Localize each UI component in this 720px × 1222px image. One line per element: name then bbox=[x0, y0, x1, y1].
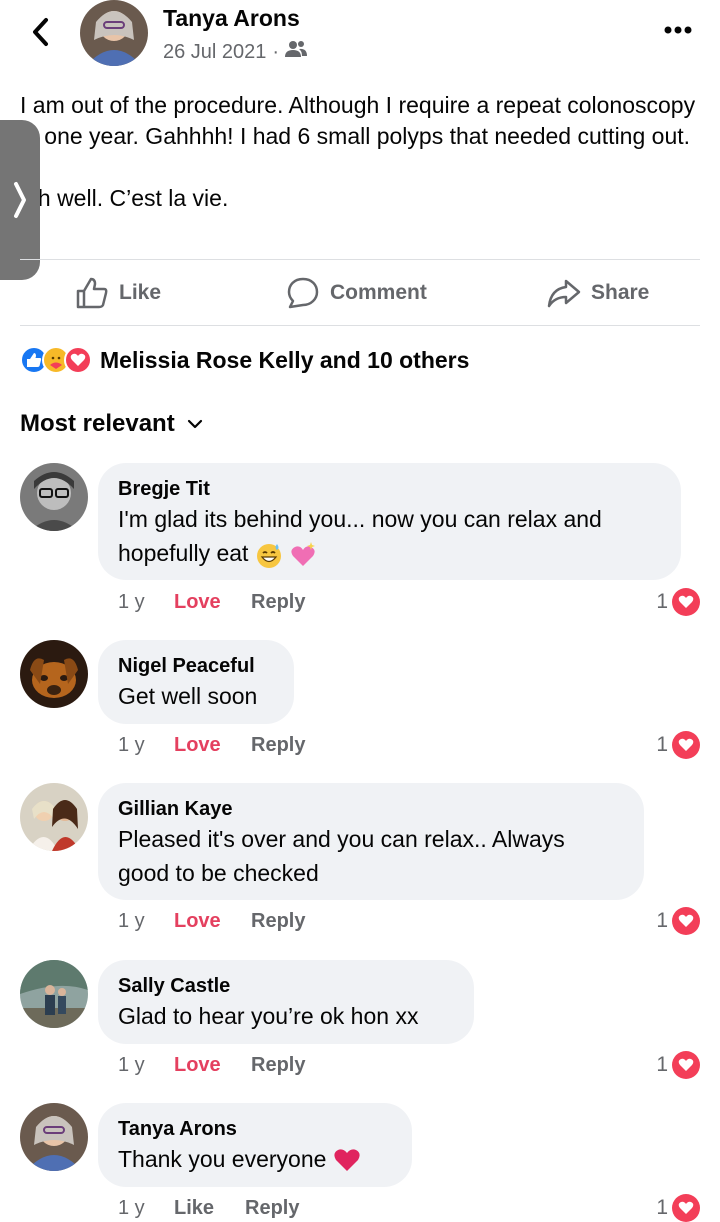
comment-meta: 1 y Love Reply bbox=[118, 731, 305, 759]
commenter-avatar[interactable] bbox=[20, 463, 88, 531]
comment-time: 1 y bbox=[118, 1196, 145, 1219]
friends-icon bbox=[285, 40, 308, 64]
reaction-count: 1 bbox=[656, 1196, 668, 1219]
comment-meta: 1 y Like Reply bbox=[118, 1194, 299, 1222]
red-heart-emoji-icon bbox=[333, 1147, 361, 1175]
comment-reaction-count[interactable]: 1 bbox=[656, 588, 700, 616]
post-body: I am out of the procedure. Although I re… bbox=[20, 92, 696, 211]
comment-button[interactable]: Comment bbox=[286, 260, 427, 325]
post-date[interactable]: 26 Jul 2021 bbox=[163, 41, 266, 64]
sort-label: Most relevant bbox=[20, 410, 175, 437]
post-text: I am out of the procedure. Although I re… bbox=[20, 90, 700, 214]
divider bbox=[20, 325, 700, 326]
comment-bubble[interactable]: Gillian Kaye Pleased it's over and you c… bbox=[98, 783, 644, 900]
comment-bubble-icon bbox=[287, 277, 319, 308]
comment-text: Pleased it's over and you can relax.. Al… bbox=[118, 822, 624, 890]
comment-reaction-count[interactable]: 1 bbox=[656, 907, 700, 935]
reaction-count: 1 bbox=[656, 909, 668, 932]
comment-text-line: Pleased it's over and you can relax.. Al… bbox=[118, 826, 565, 852]
comment-time: 1 y bbox=[118, 909, 145, 932]
comment-bubble[interactable]: Tanya Arons Thank you everyone bbox=[98, 1103, 412, 1187]
commenter-name[interactable]: Tanya Arons bbox=[118, 1116, 392, 1142]
comment-bubble[interactable]: Bregje Tit I'm glad its behind you... no… bbox=[98, 463, 681, 580]
side-drawer-tab[interactable] bbox=[0, 120, 40, 280]
love-reaction-button[interactable]: Love bbox=[174, 591, 251, 614]
grinning-sweat-emoji-icon bbox=[255, 541, 283, 569]
share-button[interactable]: Share bbox=[547, 260, 649, 325]
love-reaction-button[interactable]: Love bbox=[174, 1054, 251, 1077]
reply-button[interactable]: Reply bbox=[251, 1054, 305, 1077]
reply-button[interactable]: Reply bbox=[251, 591, 305, 614]
comment-reaction-count[interactable]: 1 bbox=[656, 1051, 700, 1079]
commenter-avatar[interactable] bbox=[20, 783, 88, 851]
reaction-count: 1 bbox=[656, 1053, 668, 1076]
like-button[interactable]: Like bbox=[75, 260, 161, 325]
comment-reaction-count[interactable]: 1 bbox=[656, 731, 700, 759]
comment-text: Glad to hear you’re ok hon xx bbox=[118, 1003, 419, 1029]
love-reaction-icon bbox=[64, 346, 92, 374]
back-chevron-icon[interactable] bbox=[24, 14, 56, 50]
comment-text: Get well soon bbox=[118, 683, 258, 709]
reply-button[interactable]: Reply bbox=[251, 910, 305, 933]
comment-meta: 1 y Love Reply bbox=[118, 588, 305, 616]
comment-text-line: good to be checked bbox=[118, 860, 319, 886]
like-label: Like bbox=[119, 280, 162, 304]
commenter-name[interactable]: Nigel Peaceful bbox=[118, 653, 274, 679]
comment-sort-dropdown[interactable]: Most relevant bbox=[20, 406, 203, 442]
comment-label: Comment bbox=[330, 280, 427, 304]
comment-text: Thank you everyone bbox=[118, 1142, 392, 1176]
action-bar: Like Comment Share bbox=[20, 260, 700, 325]
like-reaction-button[interactable]: Like bbox=[174, 1197, 245, 1220]
love-reaction-button[interactable]: Love bbox=[174, 734, 251, 757]
commenter-avatar[interactable] bbox=[20, 640, 88, 708]
reactions-text: Melissia Rose Kelly and 10 others bbox=[100, 346, 470, 373]
comment-reaction-count[interactable]: 1 bbox=[656, 1194, 700, 1222]
thumbs-up-icon bbox=[76, 277, 108, 308]
reaction-count: 1 bbox=[656, 733, 668, 756]
comment-text-line: hopefully eat bbox=[118, 540, 249, 566]
reply-button[interactable]: Reply bbox=[245, 1197, 299, 1220]
love-reaction-icon bbox=[672, 588, 700, 616]
comment-time: 1 y bbox=[118, 1053, 145, 1076]
chevron-down-icon bbox=[187, 419, 202, 429]
comment-time: 1 y bbox=[118, 590, 145, 613]
love-reaction-icon bbox=[672, 1051, 700, 1079]
comment-time: 1 y bbox=[118, 733, 145, 756]
reaction-count: 1 bbox=[656, 590, 668, 613]
comment-meta: 1 y Love Reply bbox=[118, 907, 305, 935]
love-reaction-button[interactable]: Love bbox=[174, 910, 251, 933]
meta-separator: · bbox=[272, 40, 280, 63]
commenter-avatar[interactable] bbox=[20, 1103, 88, 1171]
commenter-name[interactable]: Bregje Tit bbox=[118, 476, 661, 502]
post-header: Tanya Arons 26 Jul 2021 · bbox=[0, 0, 720, 80]
share-label: Share bbox=[591, 280, 650, 304]
share-arrow-icon bbox=[547, 279, 581, 307]
commenter-name[interactable]: Sally Castle bbox=[118, 973, 454, 999]
comment-text: I'm glad its behind you... now you can r… bbox=[118, 502, 661, 570]
sparkling-heart-emoji-icon bbox=[289, 541, 317, 569]
love-reaction-icon bbox=[672, 907, 700, 935]
author-avatar[interactable] bbox=[80, 0, 148, 66]
comment-text-line: I'm glad its behind you... now you can r… bbox=[118, 506, 602, 532]
reply-button[interactable]: Reply bbox=[251, 734, 305, 757]
comment-text-line: Thank you everyone bbox=[118, 1146, 327, 1172]
comment-bubble[interactable]: Sally Castle Glad to hear you’re ok hon … bbox=[98, 960, 474, 1044]
love-reaction-icon bbox=[672, 731, 700, 759]
comment-meta: 1 y Love Reply bbox=[118, 1051, 305, 1079]
reaction-icons bbox=[20, 346, 92, 374]
post-meta: 26 Jul 2021 · bbox=[163, 40, 308, 64]
reactions-summary[interactable]: Melissia Rose Kelly and 10 others bbox=[20, 344, 469, 376]
comment-bubble[interactable]: Nigel Peaceful Get well soon bbox=[98, 640, 294, 724]
commenter-name[interactable]: Gillian Kaye bbox=[118, 796, 624, 822]
author-name[interactable]: Tanya Arons bbox=[163, 5, 300, 32]
more-dots-icon[interactable] bbox=[662, 18, 694, 42]
love-reaction-icon bbox=[672, 1194, 700, 1222]
commenter-avatar[interactable] bbox=[20, 960, 88, 1028]
